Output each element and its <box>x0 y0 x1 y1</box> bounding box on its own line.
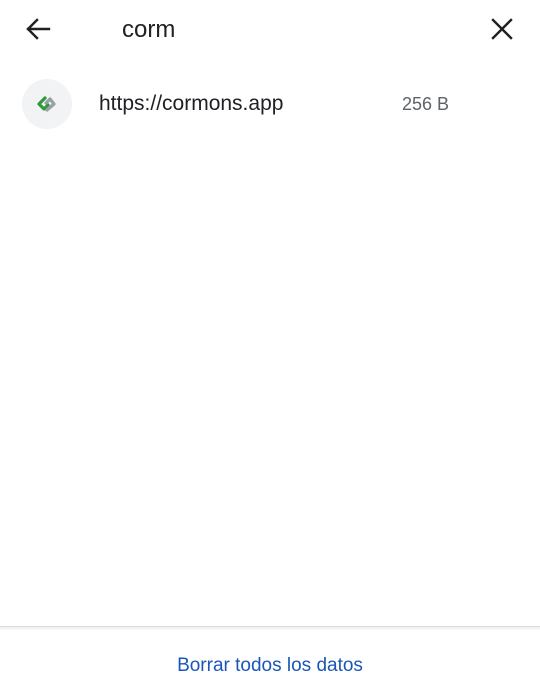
clear-all-data-button[interactable]: Borrar todos los datos <box>0 646 540 686</box>
close-icon <box>491 18 513 40</box>
site-list-item[interactable]: https://cormons.app 256 B <box>0 72 540 136</box>
site-settings-search-screen: https://cormons.app 256 B Borrar todos l… <box>0 0 540 696</box>
back-button[interactable] <box>20 12 56 46</box>
site-url: https://cormons.app <box>99 92 284 115</box>
arrow-left-icon <box>26 18 51 40</box>
search-input[interactable] <box>122 14 452 46</box>
site-storage-size: 256 B <box>402 94 450 114</box>
clear-search-button[interactable] <box>484 12 520 46</box>
cormons-favicon-icon <box>37 96 56 112</box>
bottom-shadow <box>0 627 540 631</box>
search-toolbar <box>0 0 540 58</box>
site-favicon <box>22 79 72 129</box>
